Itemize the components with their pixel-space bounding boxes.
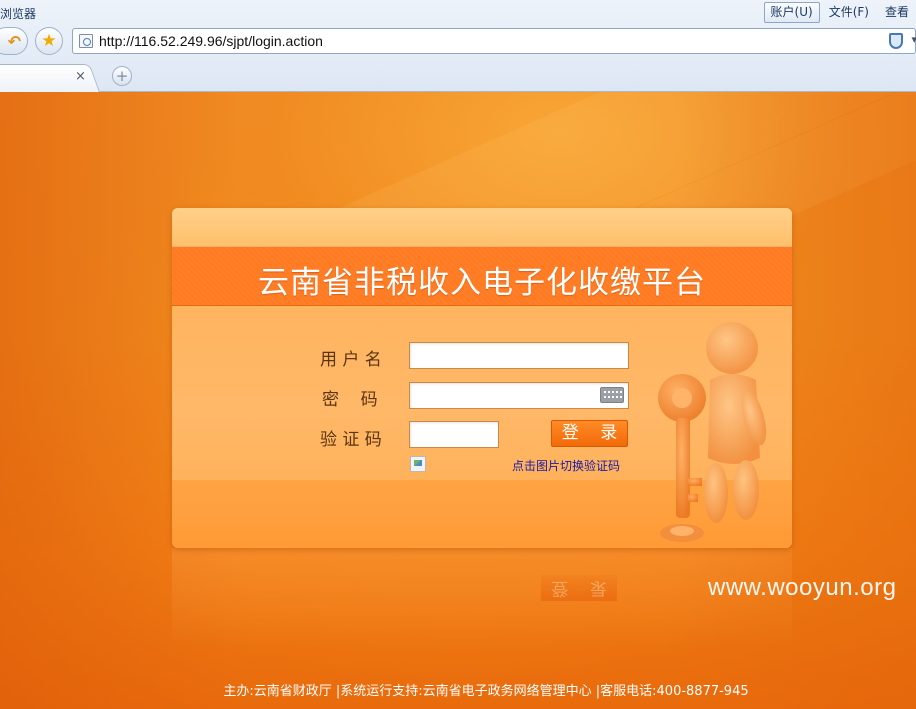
- close-icon[interactable]: ×: [75, 69, 86, 84]
- browser-chrome: 浏览器 账户(U) 文件(F) 查看 ↶ ★ http://116.52.249…: [0, 0, 916, 92]
- menu-file[interactable]: 文件(F): [822, 2, 876, 23]
- back-icon: ↶: [7, 31, 21, 51]
- login-button-reflection: 登 录: [541, 575, 617, 601]
- login-button[interactable]: 登 录: [551, 420, 628, 447]
- chevron-down-icon[interactable]: ▾: [911, 33, 916, 46]
- page-title: 云南省非税收入电子化收缴平台: [258, 265, 706, 301]
- tab-bar: × +: [0, 62, 916, 92]
- captcha-switch-link[interactable]: 点击图片切换验证码: [512, 457, 620, 474]
- menu-view[interactable]: 查看: [878, 2, 916, 23]
- favorite-star-icon: ★: [41, 31, 57, 51]
- panel-reflection: [172, 548, 792, 648]
- new-tab-button[interactable]: +: [112, 66, 132, 86]
- menu-account[interactable]: 账户(U): [763, 2, 820, 23]
- panel-top-highlight: [172, 208, 792, 248]
- menu-bar: 账户(U) 文件(F) 查看: [763, 2, 916, 23]
- login-panel: 云南省非税收入电子化收缴平台 用 户 名 密 码 验 证 码 登 录 点击图片切…: [172, 208, 792, 548]
- keyboard-icon[interactable]: [600, 387, 624, 403]
- watermark: www.wooyun.org: [708, 574, 897, 601]
- address-bar[interactable]: http://116.52.249.96/sjpt/login.action ▾: [72, 28, 916, 54]
- password-field[interactable]: [409, 382, 629, 409]
- page-icon: [79, 34, 93, 48]
- figure-with-key-illustration: [658, 322, 767, 542]
- app-title: 浏览器: [0, 7, 37, 21]
- page-background: 云南省非税收入电子化收缴平台 用 户 名 密 码 验 证 码 登 录 点击图片切…: [0, 92, 916, 709]
- password-label: 密 码: [322, 390, 378, 410]
- address-url[interactable]: http://116.52.249.96/sjpt/login.action: [99, 33, 323, 49]
- favorites-button[interactable]: ★: [35, 27, 63, 55]
- navigation-bar: ↶ ★ http://116.52.249.96/sjpt/login.acti…: [0, 25, 916, 59]
- username-label: 用 户 名: [320, 350, 382, 370]
- back-button[interactable]: ↶: [0, 27, 28, 55]
- captcha-field[interactable]: [409, 421, 499, 448]
- plus-icon: +: [115, 66, 129, 85]
- title-bar: 浏览器 账户(U) 文件(F) 查看: [0, 0, 916, 24]
- broken-image-icon[interactable]: [410, 456, 426, 472]
- username-field[interactable]: [409, 342, 629, 369]
- captcha-label: 验 证 码: [320, 430, 382, 450]
- footer-text: 主办:云南省财政厅 |系统运行支持:云南省电子政务网络管理中心 |客服电话:40…: [223, 684, 749, 699]
- shield-icon[interactable]: [889, 33, 903, 49]
